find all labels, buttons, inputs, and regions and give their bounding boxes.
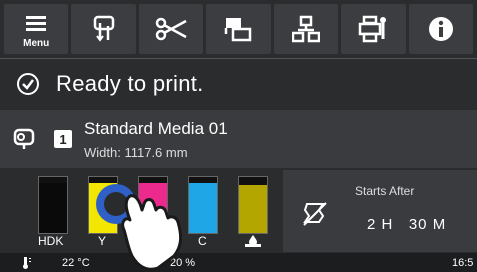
media-roll-icon [13, 128, 35, 149]
check-circle-icon [17, 73, 39, 95]
media-panel[interactable]: 1 Standard Media 01 Width: 1117.6 mm [0, 110, 477, 168]
info-icon [428, 17, 453, 41]
media-feed-icon [93, 15, 114, 42]
starts-after-label: Starts After [355, 184, 415, 198]
media-info: Standard Media 01 Width: 1117.6 mm [84, 119, 228, 160]
media-slot-badge: 1 [54, 130, 72, 148]
maintenance-box[interactable] [238, 176, 268, 234]
network-icon [291, 15, 320, 43]
media-width: Width: 1117.6 mm [84, 144, 188, 160]
cutter-button[interactable] [138, 4, 204, 54]
layout-icon [225, 18, 252, 42]
no-cleaning-icon [303, 202, 327, 226]
ink-fill-maintenance [239, 185, 267, 233]
info-button[interactable] [408, 4, 473, 54]
cutter-icon [155, 17, 187, 41]
menu-icon [26, 16, 47, 31]
layout-button[interactable] [206, 4, 271, 54]
ink-label-hdk: HDK [38, 234, 64, 248]
touch-hand-icon [96, 184, 183, 271]
status-bar: Ready to print. [0, 58, 477, 109]
clock-time: 16:5 [452, 257, 474, 269]
waste-ink-icon [245, 235, 261, 247]
starts-after-value: 2 H 30 M [367, 216, 447, 233]
media-feed-button[interactable] [71, 4, 136, 54]
ink-fill-hdk [39, 182, 67, 233]
printer-maintenance-icon [359, 15, 387, 43]
printer-maintenance-button[interactable] [341, 4, 406, 54]
network-button[interactable] [273, 4, 339, 54]
menu-label: Menu [23, 38, 50, 49]
temperature-value: 22 °C [62, 257, 90, 269]
media-name: Standard Media 01 [84, 118, 228, 138]
ink-cartridge-hdk[interactable] [38, 176, 68, 234]
top-toolbar: Menu [0, 0, 477, 58]
bottom-status-bar: 22 °C 20 % 16:5 [0, 253, 477, 272]
thermometer-icon [23, 257, 31, 269]
status-text: Ready to print. [56, 71, 204, 96]
menu-button[interactable]: Menu [4, 4, 69, 54]
maintenance-panel[interactable]: Starts After 2 H 30 M [283, 170, 477, 252]
